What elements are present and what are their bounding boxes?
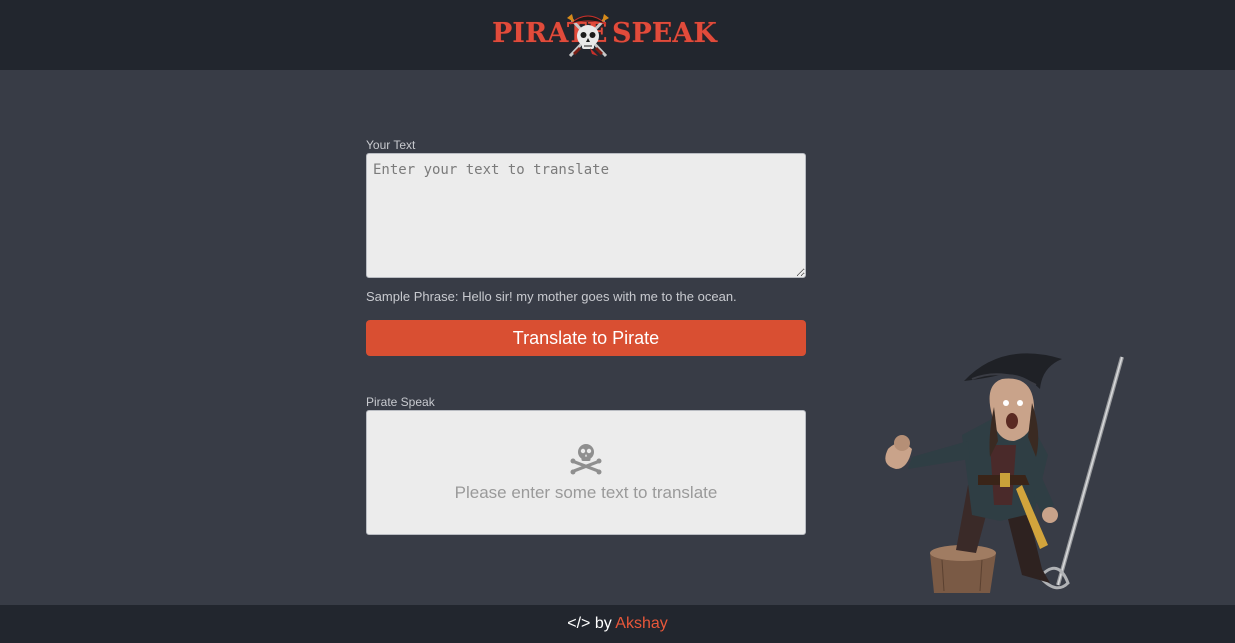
skull-crossbones-icon bbox=[567, 14, 609, 58]
header-bar: PIRATE SPEAK bbox=[0, 0, 1235, 70]
pirate-captain-illustration bbox=[885, 353, 1124, 593]
text-input[interactable] bbox=[366, 153, 806, 278]
output-box: Please enter some text to translate bbox=[366, 410, 806, 535]
pirate-speak-logo[interactable]: PIRATE SPEAK bbox=[490, 10, 717, 60]
your-text-label: Your Text bbox=[366, 138, 416, 152]
skull-crossbones-icon bbox=[570, 444, 602, 475]
translate-button[interactable]: Translate to Pirate bbox=[366, 320, 806, 356]
logo-text-speak: SPEAK bbox=[612, 18, 717, 49]
pirate-speak-label: Pirate Speak bbox=[366, 395, 435, 409]
footer-bar: </> by Akshay bbox=[0, 605, 1235, 643]
footer-prefix: </> by bbox=[567, 615, 612, 632]
author-link[interactable]: Akshay bbox=[615, 615, 667, 632]
main-content: Your Text Sample Phrase: Hello sir! my m… bbox=[0, 70, 1235, 605]
sample-phrase: Sample Phrase: Hello sir! my mother goes… bbox=[366, 289, 737, 304]
output-placeholder-text: Please enter some text to translate bbox=[454, 483, 718, 502]
